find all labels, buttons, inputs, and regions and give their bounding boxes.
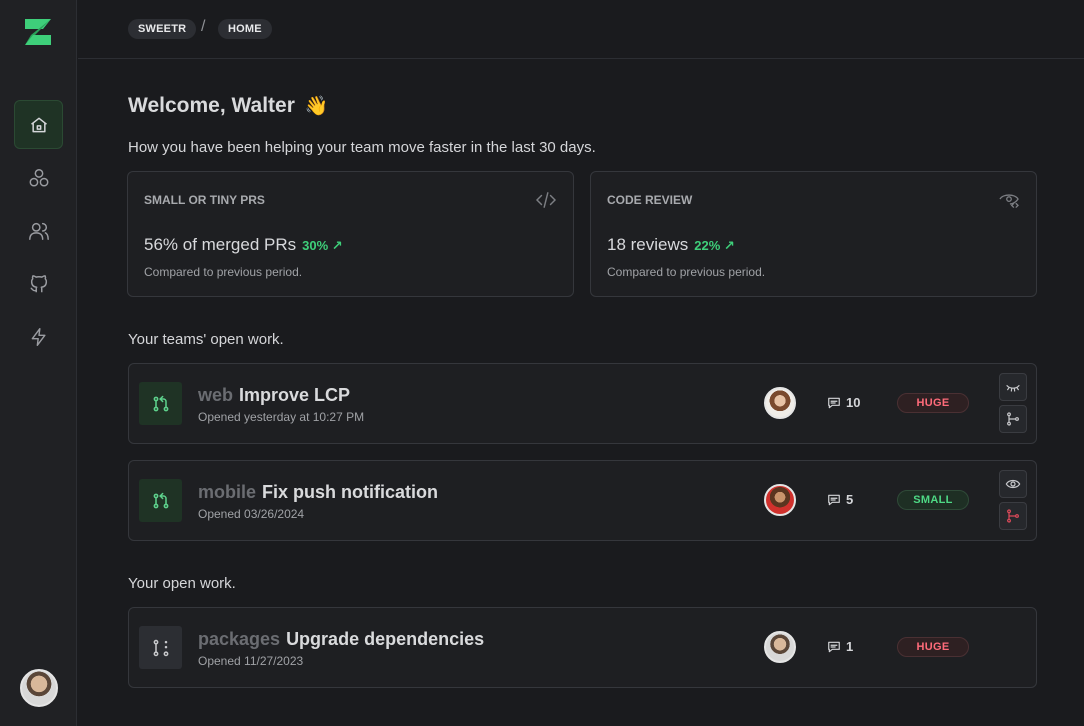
stat-delta: 22% ↗ (694, 238, 735, 253)
pr-opened-date: Opened yesterday at 10:27 PM (198, 410, 365, 424)
people-icon (28, 222, 49, 240)
user-avatar[interactable] (20, 669, 58, 707)
comment-icon (828, 494, 840, 505)
stat-note: Compared to previous period. (607, 265, 766, 279)
pr-comment-count: 1 (827, 639, 853, 654)
eye-icon (1005, 479, 1021, 489)
pr-heading: mobile Fix push notification (198, 482, 438, 503)
eye-code-icon (998, 191, 1020, 214)
pr-repo: web (198, 385, 234, 405)
lightning-icon (31, 327, 46, 346)
git-branch-icon (1007, 509, 1019, 523)
stat-value-text: 56% of merged PRs (144, 235, 297, 254)
sidebar-item-home[interactable] (14, 100, 63, 149)
github-icon (29, 274, 47, 292)
section-title-team-work: Your teams' open work. (128, 331, 284, 348)
stat-value-text: 18 reviews (607, 235, 689, 254)
pr-heading: web Improve LCP (198, 385, 350, 406)
sweetr-logo-icon[interactable] (23, 17, 53, 47)
branch-button[interactable] (999, 502, 1027, 530)
breadcrumb-item-sweetr[interactable]: SWEETR (128, 19, 197, 39)
pr-size-badge: SMALL (897, 490, 969, 510)
author-avatar[interactable] (764, 484, 796, 516)
pr-repo: mobile (198, 482, 257, 502)
stat-note: Compared to previous period. (144, 265, 303, 279)
pr-comment-count: 5 (827, 492, 853, 507)
breadcrumb-separator: / (201, 18, 206, 35)
pr-title[interactable]: Fix push notification (262, 482, 438, 502)
comment-count: 1 (846, 639, 854, 654)
watch-button[interactable] (999, 470, 1027, 498)
stat-title: CODE REVIEW (607, 193, 693, 207)
author-avatar[interactable] (764, 387, 796, 419)
sidebar-item-people[interactable] (14, 206, 63, 255)
pr-title[interactable]: Upgrade dependencies (286, 629, 484, 649)
pr-comment-count: 10 (827, 395, 860, 410)
section-title-my-work: Your open work. (128, 575, 236, 592)
branch-button[interactable] (999, 405, 1027, 433)
git-branch-icon (1007, 412, 1019, 426)
unwatch-button[interactable] (999, 373, 1027, 401)
sidebar-item-github[interactable] (14, 259, 63, 308)
pr-opened-date: Opened 11/27/2023 (198, 654, 304, 668)
wave-emoji: 👋 (304, 96, 329, 117)
pull-request-icon (139, 479, 182, 522)
pull-request-icon (139, 382, 182, 425)
pr-repo: packages (198, 629, 281, 649)
comment-count: 10 (846, 395, 861, 410)
page-title: Welcome, Walter 👋 (128, 94, 328, 118)
pr-heading: packages Upgrade dependencies (198, 629, 484, 650)
teams-icon (29, 168, 48, 187)
pr-opened-date: Opened 03/26/2024 (198, 507, 305, 521)
stat-delta: 30% ↗ (302, 238, 343, 253)
stat-card-code-review: CODE REVIEW 18 reviews 22% ↗ Compared to … (590, 171, 1037, 297)
draft-pull-request-icon (139, 626, 182, 669)
comment-icon (828, 397, 840, 408)
comment-icon (828, 641, 840, 652)
author-avatar[interactable] (764, 631, 796, 663)
page-subtitle: How you have been helping your team move… (128, 139, 596, 156)
pr-card[interactable]: mobile Fix push notification Opened 03/26… (128, 460, 1037, 541)
stat-value: 18 reviews 22% ↗ (607, 235, 735, 255)
sidebar-item-automations[interactable] (14, 312, 63, 361)
comment-count: 5 (846, 492, 854, 507)
stat-title: SMALL OR TINY PRS (144, 193, 265, 207)
pr-title[interactable]: Improve LCP (239, 385, 350, 405)
sidebar (0, 0, 77, 726)
breadcrumb-item-home[interactable]: HOME (218, 19, 272, 39)
code-icon (535, 191, 557, 214)
pr-card[interactable]: web Improve LCP Opened yesterday at 10:27… (128, 363, 1037, 444)
eye-closed-icon (1006, 385, 1020, 392)
stat-card-small-prs: SMALL OR TINY PRS 56% of merged PRs 30% ↗… (127, 171, 574, 297)
pr-size-badge: HUGE (897, 393, 969, 413)
home-icon (30, 117, 47, 132)
pr-size-badge: HUGE (897, 637, 969, 657)
stat-value: 56% of merged PRs 30% ↗ (144, 235, 343, 255)
sidebar-item-teams[interactable] (14, 153, 63, 202)
pr-card[interactable]: packages Upgrade dependencies Opened 11/2… (128, 607, 1037, 688)
welcome-text: Welcome, Walter (128, 94, 295, 117)
